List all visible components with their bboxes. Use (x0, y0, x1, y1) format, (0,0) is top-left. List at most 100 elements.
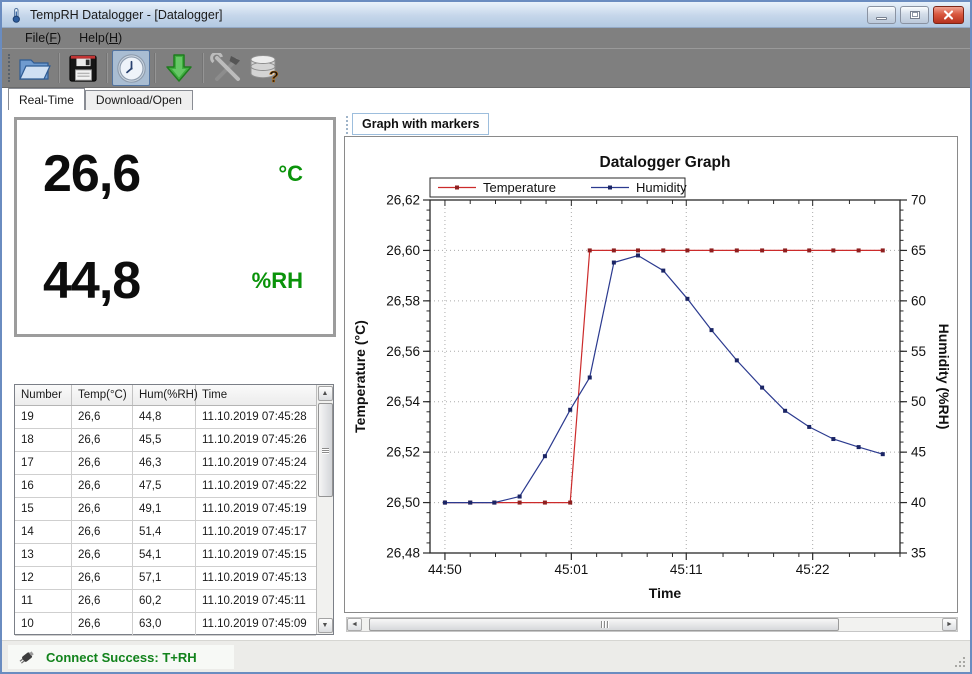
svg-text:50: 50 (911, 394, 926, 409)
download-button[interactable] (160, 50, 198, 86)
tab-real-time[interactable]: Real-Time (8, 88, 85, 110)
maximize-button[interactable] (900, 6, 929, 24)
scroll-thumb[interactable] (318, 403, 333, 497)
realtime-clock-button[interactable] (112, 50, 150, 86)
resize-grip[interactable] (954, 656, 967, 669)
table-cell: 12 (15, 567, 72, 590)
table-row[interactable]: 1526,649,111.10.2019 07:45:19 (15, 498, 333, 521)
open-folder-button[interactable] (16, 50, 54, 86)
toolbar-separator (106, 53, 108, 83)
table-cell: 26,6 (72, 452, 133, 475)
table-cell: 11 (15, 590, 72, 613)
window-title: TempRH Datalogger - [Datalogger] (30, 8, 222, 22)
table-cell: 11.10.2019 07:45:19 (196, 498, 316, 521)
table-cell: 18 (15, 429, 72, 452)
menu-file[interactable]: File(F) (16, 29, 70, 47)
humidity-readout: 44,8 %RH (17, 227, 333, 334)
table-body: 1926,644,811.10.2019 07:45:281826,645,51… (15, 406, 333, 636)
table-cell: 26,6 (72, 613, 133, 636)
svg-text:26,50: 26,50 (386, 495, 420, 510)
column-header[interactable]: Number (15, 385, 72, 405)
table-cell: 11.10.2019 07:45:11 (196, 590, 316, 613)
tab-download-open[interactable]: Download/Open (85, 90, 193, 110)
toolbar-separator (154, 53, 156, 83)
table-cell: 11.10.2019 07:45:28 (196, 406, 316, 429)
tools-button[interactable] (208, 50, 246, 86)
maximize-icon (910, 11, 920, 19)
close-button[interactable] (933, 6, 964, 24)
graph-panel: 44:5045:0145:1145:2226,4826,5026,5226,54… (344, 136, 958, 613)
connector-plug-icon (16, 648, 36, 666)
table-cell: 26,6 (72, 590, 133, 613)
table-cell: 10 (15, 613, 72, 636)
titlebar: TempRH Datalogger - [Datalogger] (2, 2, 970, 28)
app-window: TempRH Datalogger - [Datalogger] File(F)… (0, 0, 972, 674)
svg-text:26,52: 26,52 (386, 445, 420, 460)
table-row[interactable]: 1426,651,411.10.2019 07:45:17 (15, 521, 333, 544)
svg-text:55: 55 (911, 344, 926, 359)
table-cell: 49,1 (133, 498, 196, 521)
temperature-unit: °C (278, 161, 303, 187)
content-area: 26,6 °C 44,8 %RH NumberTemp(°C)Hum(%RH)T… (2, 110, 970, 640)
table-cell: 47,5 (133, 475, 196, 498)
svg-text:Datalogger Graph: Datalogger Graph (600, 154, 731, 171)
table-cell: 11.10.2019 07:45:15 (196, 544, 316, 567)
column-header[interactable]: Hum(%RH) (133, 385, 196, 405)
svg-text:45:01: 45:01 (554, 562, 588, 577)
statusbar: Connect Success: T+RH (2, 640, 970, 672)
minimize-button[interactable] (867, 6, 896, 24)
table-cell: 46,3 (133, 452, 196, 475)
svg-text:Humidity: Humidity (636, 180, 687, 195)
thermometer-app-icon (8, 7, 24, 23)
table-cell: 11.10.2019 07:45:22 (196, 475, 316, 498)
svg-text:26,48: 26,48 (386, 546, 420, 561)
scroll-left-button[interactable]: ◄ (347, 618, 362, 631)
table-row[interactable]: 1226,657,111.10.2019 07:45:13 (15, 567, 333, 590)
table-row[interactable]: 1926,644,811.10.2019 07:45:28 (15, 406, 333, 429)
table-scrollbar[interactable]: ▲ ▼ (316, 385, 333, 634)
svg-text:Temperature (°C): Temperature (°C) (352, 320, 368, 433)
table-cell: 11.10.2019 07:45:09 (196, 613, 316, 636)
table-cell: 26,6 (72, 475, 133, 498)
table-cell: 16 (15, 475, 72, 498)
svg-text:26,62: 26,62 (386, 193, 420, 208)
toolbar-gripper[interactable] (8, 54, 10, 82)
table-cell: 11.10.2019 07:45:17 (196, 521, 316, 544)
hscroll-thumb[interactable] (369, 618, 839, 631)
temperature-readout: 26,6 °C (17, 120, 333, 227)
table-row[interactable]: 1026,663,011.10.2019 07:45:09 (15, 613, 333, 636)
table-row[interactable]: 1326,654,111.10.2019 07:45:15 (15, 544, 333, 567)
graph-with-markers-button[interactable]: Graph with markers (352, 113, 489, 135)
table-cell: 63,0 (133, 613, 196, 636)
svg-text:65: 65 (911, 243, 926, 258)
table-cell: 14 (15, 521, 72, 544)
scroll-right-button[interactable]: ► (942, 618, 957, 631)
scroll-down-button[interactable]: ▼ (318, 618, 333, 633)
svg-text:26,58: 26,58 (386, 293, 420, 308)
realtime-clock-icon (116, 53, 147, 84)
column-header[interactable]: Time (196, 385, 316, 405)
graph-hscrollbar[interactable]: ◄ ► (346, 617, 958, 632)
tools-icon (210, 53, 244, 83)
menu-help[interactable]: Help(H) (70, 29, 131, 47)
table-row[interactable]: 1826,645,511.10.2019 07:45:26 (15, 429, 333, 452)
svg-text:26,54: 26,54 (386, 394, 420, 409)
table-row[interactable]: 1726,646,311.10.2019 07:45:24 (15, 452, 333, 475)
download-icon (165, 53, 193, 83)
svg-text:70: 70 (911, 193, 926, 208)
table-cell: 11.10.2019 07:45:26 (196, 429, 316, 452)
svg-text:45: 45 (911, 445, 926, 460)
minimize-icon (876, 17, 887, 20)
database-help-button[interactable]: ? (246, 50, 284, 86)
table-header: NumberTemp(°C)Hum(%RH)Time (15, 385, 333, 406)
svg-text:40: 40 (911, 495, 926, 510)
table-cell: 26,6 (72, 498, 133, 521)
table-row[interactable]: 1626,647,511.10.2019 07:45:22 (15, 475, 333, 498)
column-header[interactable]: Temp(°C) (72, 385, 133, 405)
save-button[interactable] (64, 50, 102, 86)
table-row[interactable]: 1126,660,211.10.2019 07:45:11 (15, 590, 333, 613)
scroll-up-button[interactable]: ▲ (318, 386, 333, 401)
humidity-value: 44,8 (43, 251, 140, 311)
graph-gripper[interactable] (346, 116, 348, 138)
open-folder-icon (18, 53, 52, 83)
